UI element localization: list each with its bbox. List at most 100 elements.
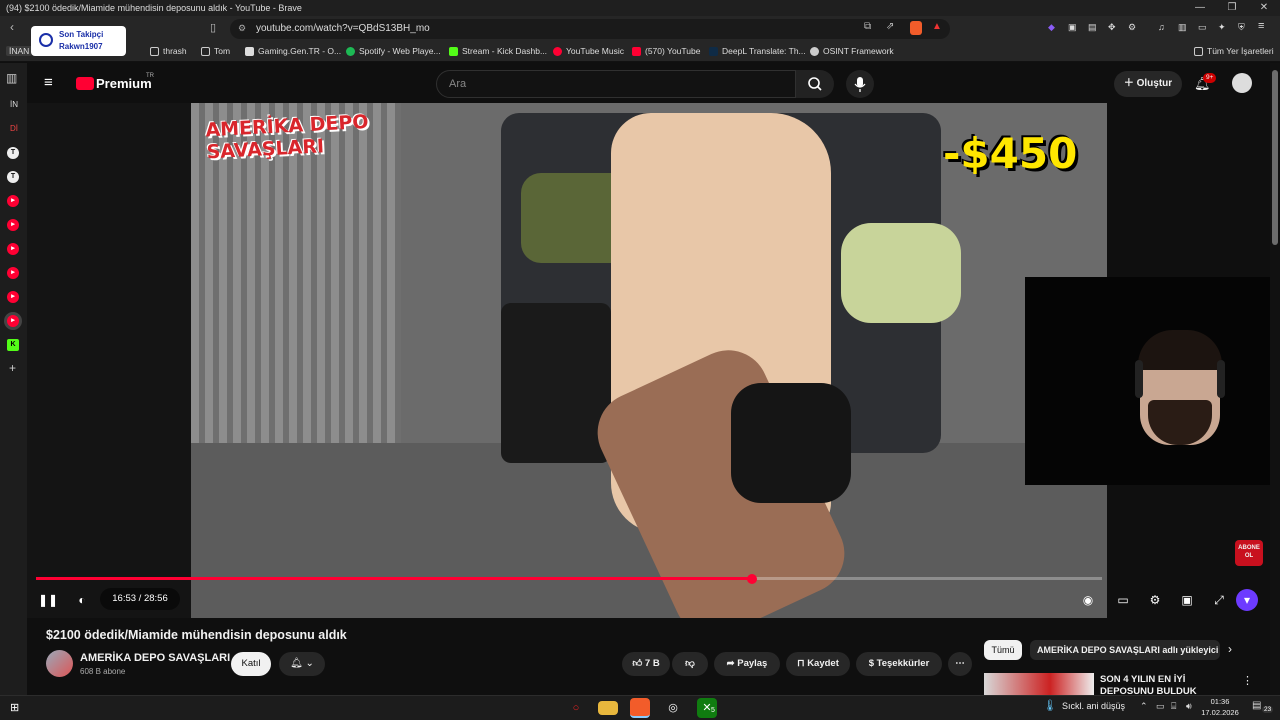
settings-gear-icon[interactable]: ⚙	[1144, 589, 1166, 611]
brave-shields-icon[interactable]	[910, 21, 922, 35]
bookmark-item[interactable]: (570) YouTube	[632, 46, 700, 56]
vpn-icon[interactable]: ⛨	[1238, 22, 1245, 33]
bookmark-folder[interactable]: thrash	[150, 46, 187, 56]
sidebar-site-icon[interactable]: T	[7, 171, 19, 183]
obs-icon[interactable]: ◎	[663, 698, 683, 718]
bookmark-item[interactable]: OSINT Framework	[810, 46, 894, 56]
sidebar-youtube-icon[interactable]: ▸	[7, 195, 19, 207]
sidebar-youtube-icon[interactable]: ▸	[7, 219, 19, 231]
sidebar-site-icon[interactable]: T	[7, 147, 19, 159]
like-button[interactable]: 👍︎ 7 B	[622, 652, 670, 676]
hamburger-menu-icon[interactable]: ≡	[44, 74, 53, 91]
extension-icon[interactable]: ▤	[1088, 22, 1097, 33]
bookmark-page-icon[interactable]: ▯	[210, 21, 216, 34]
bookmark-folder[interactable]: Tom	[201, 46, 230, 56]
scrollbar-thumb[interactable]	[1272, 70, 1278, 245]
subscribe-badge: ABONE OL	[1235, 540, 1263, 566]
youtube-premium-logo[interactable]: Premium	[96, 76, 152, 91]
network-icon[interactable]: ⌸	[1171, 701, 1176, 712]
channel-name[interactable]: AMERİKA DEPO SAVAŞLARI	[80, 652, 230, 664]
bookmark-item[interactable]: Stream - Kick Dashb...	[449, 46, 547, 56]
bookmark-item[interactable]: Gaming.Gen.TR - O...	[245, 46, 341, 56]
site-info-icon[interactable]: ⚙	[238, 23, 246, 34]
file-explorer-icon[interactable]	[598, 701, 618, 715]
restore-icon[interactable]: ❐	[1216, 0, 1248, 16]
volume-icon[interactable]: 🔊︎	[1186, 701, 1192, 712]
recommendation-thumbnail[interactable]	[984, 673, 1094, 695]
sidebar-youtube-icon[interactable]: ▸	[7, 243, 19, 255]
create-button[interactable]: ＋ Oluştur	[1114, 71, 1182, 97]
autoplay-toggle[interactable]: ◉	[1077, 589, 1099, 611]
sidebar-toggle-icon[interactable]: ▥	[1178, 22, 1187, 33]
sidebar-panel-icon[interactable]: ▥	[6, 71, 17, 85]
minimize-icon[interactable]: —	[1184, 0, 1216, 16]
sidebar-add-icon[interactable]: +	[9, 361, 16, 375]
pause-button[interactable]: ❚❚	[37, 589, 59, 611]
sidebar-youtube-active-icon[interactable]: ▸	[7, 315, 19, 327]
address-bar[interactable]: youtube.com/watch?v=QBdS13BH_mo	[230, 19, 950, 39]
bookmark-item[interactable]: DeepL Translate: Th...	[709, 46, 806, 56]
avatar[interactable]	[1232, 73, 1252, 93]
all-bookmarks[interactable]: Tüm Yer İşaretleri	[1194, 46, 1274, 56]
bookmark-item[interactable]: YouTube Music	[553, 46, 624, 56]
opera-icon[interactable]: ○	[566, 698, 586, 718]
extension-icon[interactable]: ⚙	[1128, 22, 1136, 33]
window-title: (94) $2100 ödedik/Miamide mühendisin dep…	[6, 3, 302, 13]
wallet-icon[interactable]: ▭	[1198, 22, 1207, 33]
extension-twitch-icon[interactable]: ◆	[1048, 22, 1055, 33]
system-clock[interactable]: 01:36 17.02.2026	[1200, 696, 1240, 718]
chip-channel[interactable]: AMERİKA DEPO SAVAŞLARI adlı yükleyici	[1030, 640, 1220, 660]
notification-line1: Son Takipçi	[59, 30, 104, 39]
thanks-button[interactable]: $ Teşekkürler	[856, 652, 942, 676]
globe-icon	[810, 46, 819, 56]
sidebar-item-in[interactable]: İN	[10, 100, 18, 109]
brave-browser-icon[interactable]	[630, 698, 650, 718]
volume-button[interactable]: ◐	[71, 589, 93, 611]
recommendation-menu-icon[interactable]: ⋮	[1242, 674, 1253, 687]
recommendation-title[interactable]: SON 4 YILIN EN İYİ DEPOSUNU BULDUK	[1100, 674, 1240, 695]
bookmark-item[interactable]: İNAN	[6, 46, 33, 56]
leo-ai-icon[interactable]: ✦	[1218, 22, 1226, 33]
fullscreen-icon[interactable]: ⤢	[1208, 589, 1230, 611]
subtitles-icon[interactable]: ▭	[1112, 589, 1134, 611]
tray-chevron-icon[interactable]: ⌃	[1140, 701, 1148, 712]
windows-start-icon[interactable]: ⊞	[10, 701, 19, 714]
chip-all[interactable]: Tümü	[984, 640, 1022, 660]
plus-icon: ＋	[1123, 78, 1137, 89]
subscription-bell-button[interactable]: 🔔︎ ⌄	[279, 652, 325, 676]
back-icon[interactable]: ‹	[10, 20, 14, 34]
save-button[interactable]: ⊓ Kaydet	[786, 652, 850, 676]
more-actions-button[interactable]: ⋯	[948, 652, 972, 676]
sidebar-item-di[interactable]: Dİ	[10, 124, 18, 133]
close-icon[interactable]: ✕	[1248, 0, 1280, 16]
bookmark-icon: ⊓	[797, 658, 808, 669]
channel-avatar[interactable]	[46, 650, 73, 677]
video-overlay-price: -$450	[943, 129, 1078, 178]
weather-text[interactable]: Sıckl. ani düşüş	[1062, 701, 1125, 711]
search-button[interactable]	[796, 70, 834, 98]
tray-device-icon[interactable]: ▭	[1156, 701, 1165, 712]
twitch-extension-icon[interactable]: ▾	[1236, 589, 1258, 611]
miniplayer-icon[interactable]: ▣	[1176, 589, 1198, 611]
extension-icon[interactable]: ▣	[1068, 22, 1077, 33]
sidebar-youtube-icon[interactable]: ▸	[7, 291, 19, 303]
notification-center-icon[interactable]: ▤	[1252, 700, 1261, 711]
youtube-logo-icon[interactable]	[76, 77, 94, 90]
bookmark-item[interactable]: Spotify - Web Playe...	[346, 46, 441, 56]
extensions-puzzle-icon[interactable]: ✥	[1108, 22, 1116, 33]
join-button[interactable]: Katıl	[231, 652, 271, 676]
dislike-button[interactable]: 👎︎	[672, 652, 708, 676]
open-external-icon[interactable]: ⧉	[864, 21, 871, 32]
chevron-right-icon[interactable]: ›	[1228, 642, 1232, 656]
menu-icon[interactable]: ≡	[1258, 20, 1264, 32]
voice-search-button[interactable]	[846, 70, 874, 98]
sidebar-kick-icon[interactable]: K	[7, 339, 19, 351]
media-icon[interactable]: ♫	[1158, 22, 1165, 32]
sidebar-youtube-icon[interactable]: ▸	[7, 267, 19, 279]
brave-rewards-icon[interactable]: ▲	[932, 21, 942, 32]
share-page-icon[interactable]: ⇗	[886, 21, 894, 32]
bookmarks-bar: İNAN thrash Tom Gaming.Gen.TR - O... Spo…	[0, 42, 1280, 62]
search-input[interactable]: Ara	[436, 70, 796, 98]
video-frame[interactable]: AMERİKA DEPO SAVAŞLARI -$450	[191, 103, 1107, 618]
share-button[interactable]: ➦ Paylaş	[714, 652, 780, 676]
